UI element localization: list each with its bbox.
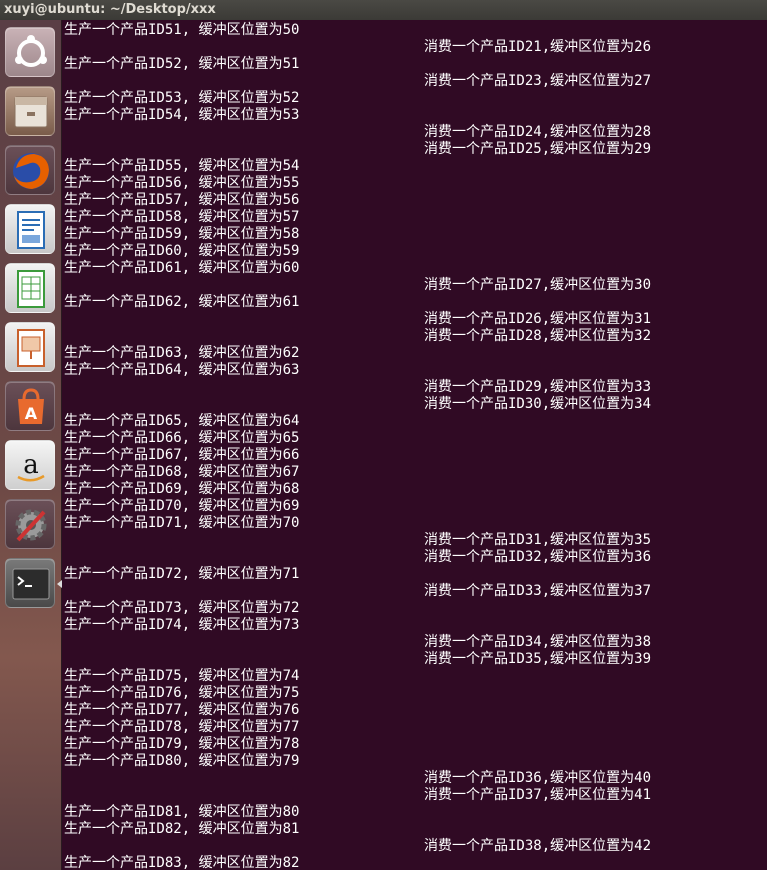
producer-output-line: 生产一个产品ID60, 缓冲区位置为59: [64, 243, 300, 259]
producer-output-line: 生产一个产品ID58, 缓冲区位置为57: [64, 209, 300, 225]
writer-button[interactable]: [5, 204, 55, 254]
software-center-icon: A: [18, 388, 44, 424]
producer-output-line: 生产一个产品ID76, 缓冲区位置为75: [64, 685, 300, 701]
consumer-output-line: 消费一个产品ID38,缓冲区位置为42: [424, 838, 652, 854]
producer-output-line: 生产一个产品ID78, 缓冲区位置为77: [64, 719, 300, 735]
consumer-output-line: 消费一个产品ID31,缓冲区位置为35: [424, 532, 652, 548]
firefox-icon: [13, 153, 49, 189]
files-button[interactable]: [5, 86, 55, 136]
producer-output-line: 生产一个产品ID52, 缓冲区位置为51: [64, 56, 300, 72]
producer-output-line: 生产一个产品ID61, 缓冲区位置为60: [64, 260, 300, 276]
terminal-icon: [12, 568, 50, 600]
consumer-output-line: 消费一个产品ID36,缓冲区位置为40: [424, 770, 652, 786]
files-icon: [14, 96, 48, 128]
svg-text:a: a: [23, 450, 39, 480]
producer-output-line: 生产一个产品ID64, 缓冲区位置为63: [64, 362, 300, 378]
writer-icon: [17, 211, 45, 249]
consumer-output-line: 消费一个产品ID27,缓冲区位置为30: [424, 277, 652, 293]
producer-output-line: 生产一个产品ID68, 缓冲区位置为67: [64, 464, 300, 480]
terminal-output[interactable]: 生产一个产品ID51, 缓冲区位置为50 消费一个产品ID21,缓冲区位置为26 生…: [62, 20, 767, 870]
software-center-button[interactable]: A: [5, 381, 55, 431]
system-settings-button[interactable]: [5, 499, 55, 549]
producer-output-line: 生产一个产品ID65, 缓冲区位置为64: [64, 413, 300, 429]
consumer-output-line: 消费一个产品ID33,缓冲区位置为37: [424, 583, 652, 599]
consumer-output-line: 消费一个产品ID24,缓冲区位置为28: [424, 124, 652, 140]
consumer-output-line: 消费一个产品ID34,缓冲区位置为38: [424, 634, 652, 650]
consumer-output-line: 消费一个产品ID28,缓冲区位置为32: [424, 328, 652, 344]
ubuntu-dash-icon: [15, 35, 47, 67]
producer-output-line: 生产一个产品ID77, 缓冲区位置为76: [64, 702, 300, 718]
consumer-output-line: 消费一个产品ID37,缓冲区位置为41: [424, 787, 652, 803]
producer-output-line: 生产一个产品ID71, 缓冲区位置为70: [64, 515, 300, 531]
producer-output-line: 生产一个产品ID59, 缓冲区位置为58: [64, 226, 300, 242]
calc-icon: [17, 270, 45, 308]
producer-output-line: 生产一个产品ID75, 缓冲区位置为74: [64, 668, 300, 684]
consumer-output-line: 消费一个产品ID32,缓冲区位置为36: [424, 549, 652, 565]
producer-output-line: 生产一个产品ID80, 缓冲区位置为79: [64, 753, 300, 769]
producer-output-line: 生产一个产品ID83, 缓冲区位置为82: [64, 855, 300, 870]
consumer-output-line: 消费一个产品ID35,缓冲区位置为39: [424, 651, 652, 667]
producer-output-line: 生产一个产品ID55, 缓冲区位置为54: [64, 158, 300, 174]
producer-output-line: 生产一个产品ID67, 缓冲区位置为66: [64, 447, 300, 463]
consumer-output-line: 消费一个产品ID25,缓冲区位置为29: [424, 141, 652, 157]
ubuntu-dash-button[interactable]: [5, 27, 55, 77]
producer-output-line: 生产一个产品ID74, 缓冲区位置为73: [64, 617, 300, 633]
svg-text:A: A: [25, 404, 38, 423]
producer-output-line: 生产一个产品ID82, 缓冲区位置为81: [64, 821, 300, 837]
producer-output-line: 生产一个产品ID56, 缓冲区位置为55: [64, 175, 300, 191]
terminal-button[interactable]: [5, 558, 55, 608]
producer-output-line: 生产一个产品ID66, 缓冲区位置为65: [64, 430, 300, 446]
producer-output-line: 生产一个产品ID51, 缓冲区位置为50: [64, 22, 300, 38]
producer-output-line: 生产一个产品ID53, 缓冲区位置为52: [64, 90, 300, 106]
producer-output-line: 生产一个产品ID72, 缓冲区位置为71: [64, 566, 300, 582]
amazon-icon: a: [17, 450, 45, 482]
impress-icon: [17, 329, 45, 367]
consumer-output-line: 消费一个产品ID21,缓冲区位置为26: [424, 39, 652, 55]
consumer-output-line: 消费一个产品ID29,缓冲区位置为33: [424, 379, 652, 395]
consumer-output-line: 消费一个产品ID30,缓冲区位置为34: [424, 396, 652, 412]
amazon-button[interactable]: a: [5, 440, 55, 490]
producer-output-line: 生产一个产品ID57, 缓冲区位置为56: [64, 192, 300, 208]
producer-output-line: 生产一个产品ID62, 缓冲区位置为61: [64, 294, 300, 310]
producer-output-line: 生产一个产品ID73, 缓冲区位置为72: [64, 600, 300, 616]
producer-output-line: 生产一个产品ID63, 缓冲区位置为62: [64, 345, 300, 361]
producer-output-line: 生产一个产品ID81, 缓冲区位置为80: [64, 804, 300, 820]
system-settings-icon: [15, 509, 47, 542]
consumer-output-line: 消费一个产品ID23,缓冲区位置为27: [424, 73, 652, 89]
impress-button[interactable]: [5, 322, 55, 372]
producer-output-line: 生产一个产品ID70, 缓冲区位置为69: [64, 498, 300, 514]
unity-launcher: A a: [0, 20, 62, 870]
consumer-output-line: 消费一个产品ID26,缓冲区位置为31: [424, 311, 652, 327]
producer-output-line: 生产一个产品ID54, 缓冲区位置为53: [64, 107, 300, 123]
calc-button[interactable]: [5, 263, 55, 313]
firefox-button[interactable]: [5, 145, 55, 195]
producer-output-line: 生产一个产品ID79, 缓冲区位置为78: [64, 736, 300, 752]
producer-output-line: 生产一个产品ID69, 缓冲区位置为68: [64, 481, 300, 497]
window-title: xuyi@ubuntu: ~/Desktop/xxx: [0, 0, 767, 20]
